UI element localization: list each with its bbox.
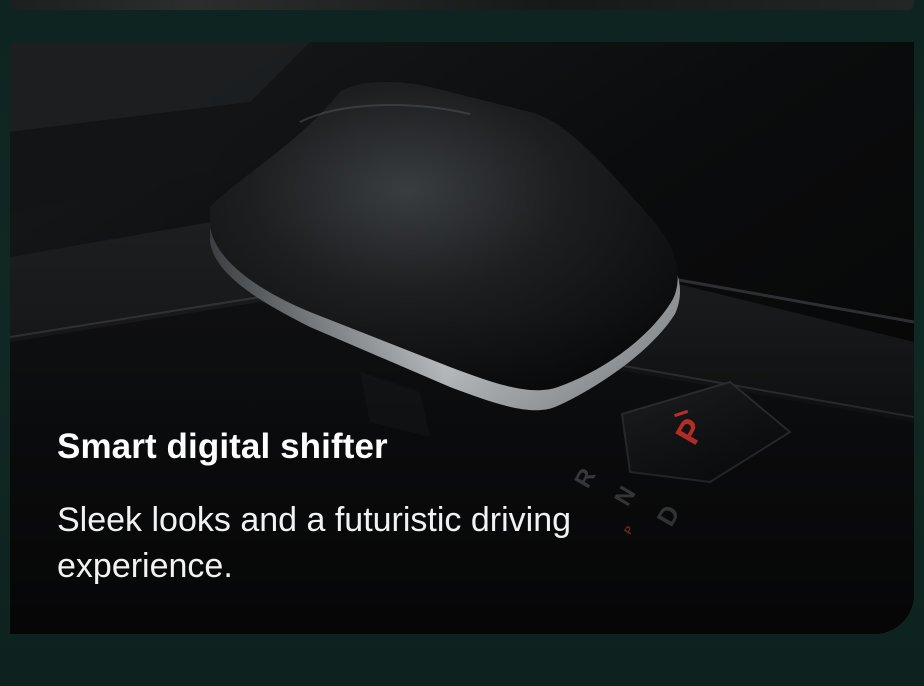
page: P R N D P Smart digital shifter Sleek lo… — [0, 0, 924, 686]
feature-title: Smart digital shifter — [57, 427, 388, 466]
previous-card-edge — [10, 0, 914, 10]
feature-description: Sleek looks and a futuristic driving exp… — [57, 501, 572, 585]
feature-card[interactable]: P R N D P Smart digital shifter Sleek lo… — [10, 42, 914, 634]
